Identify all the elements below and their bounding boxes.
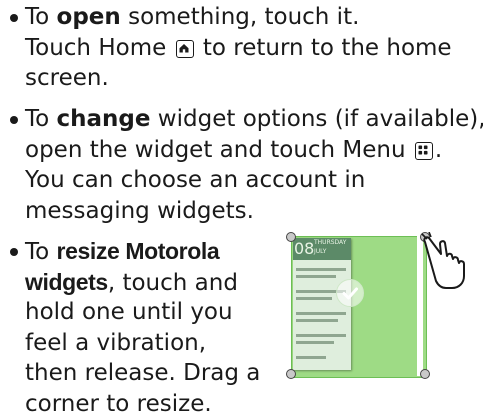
date-weekday: THURSDAY [314,239,346,247]
text: You can choose an account in [25,167,365,193]
text: open the widget and touch Menu [25,137,406,163]
widget-row [296,312,346,315]
widget-resize-illustration: 08 THURSDAY JULY [283,232,433,380]
text: something, touch it. [121,4,360,30]
text: screen. [25,65,109,91]
text: To [25,4,57,30]
bullet-dot [10,248,18,256]
text: widget options (if available), [151,106,483,132]
text: feel a vibration, [25,330,206,356]
bold-keyword: open [57,4,121,30]
text: messaging widgets. [25,198,254,224]
date-day: 08 [294,239,314,258]
text: corner to resize. [25,391,212,417]
widget-row [296,334,346,337]
menu-icon [415,142,433,160]
widget-row [296,297,332,300]
bold-keyword: change [57,106,151,132]
widget-row [296,268,346,271]
text: . [435,137,442,163]
widget-date-header: 08 THURSDAY JULY [293,238,351,260]
text: hold one until you [25,299,233,325]
bold-keyword: resize Motorola [57,238,220,264]
bullet-dot [10,116,18,124]
resize-handle-bottom-left[interactable] [286,369,296,379]
checkmark-icon [336,279,364,307]
text: then release. Drag a [25,360,260,386]
date-month: JULY [314,248,326,256]
widget-row [296,319,338,322]
resize-handle-bottom-right[interactable] [420,369,430,379]
touch-hand-icon [421,232,473,292]
widget-row [296,356,326,359]
bullet-dot [10,14,18,22]
widget-row [296,341,334,344]
text: To [25,106,57,132]
widget-row [296,275,336,278]
text: Touch Home [25,35,166,61]
text: To [25,239,57,265]
home-icon [176,40,194,58]
resize-handle-top-left[interactable] [286,232,296,242]
bold-keyword: widgets [25,269,108,295]
text: , touch and [108,270,238,296]
text: to return to the home [203,35,452,61]
